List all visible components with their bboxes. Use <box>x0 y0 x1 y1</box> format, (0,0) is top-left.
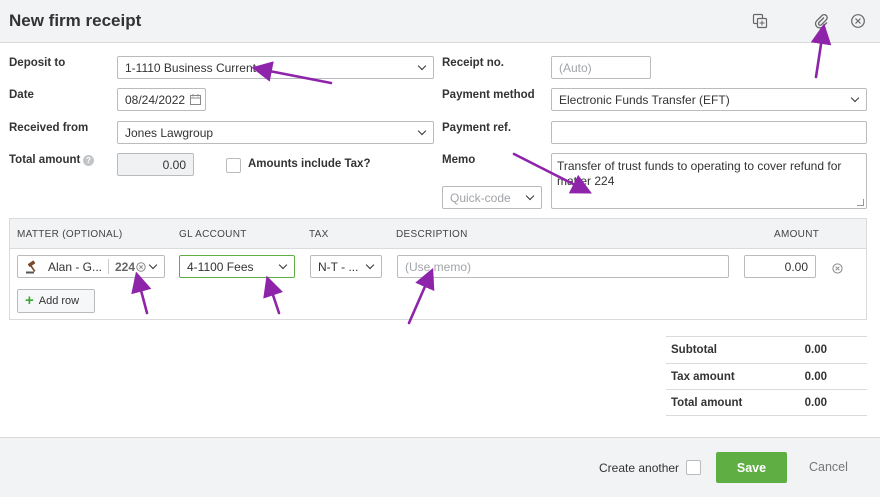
memo-textarea[interactable]: Transfer of trust funds to operating to … <box>551 153 867 209</box>
gl-account-select[interactable]: 4-1100 Fees <box>179 255 295 278</box>
deposit-to-value: 1-1110 Business Current <box>125 61 256 75</box>
memo-value: Transfer of trust funds to operating to … <box>557 159 842 188</box>
amount-input[interactable]: 0.00 <box>744 255 816 278</box>
date-input[interactable]: 08/24/2022 <box>117 88 206 111</box>
subtotal-label: Subtotal <box>671 344 717 356</box>
gavel-icon <box>25 260 41 277</box>
tax-value: N-T - ... <box>318 260 359 274</box>
date-value: 08/24/2022 <box>125 93 186 107</box>
grid-header: MATTER (OPTIONAL) GL ACCOUNT TAX DESCRIP… <box>10 219 866 249</box>
copy-icon[interactable] <box>751 12 769 30</box>
payment-ref-input[interactable] <box>551 121 867 144</box>
add-row-button[interactable]: + Add row <box>17 289 95 313</box>
total-amount-footer-label: Total amount <box>671 397 743 409</box>
total-amount-footer-value: 0.00 <box>804 397 827 409</box>
dialog-header: New firm receipt <box>0 0 880 43</box>
payment-method-value: Electronic Funds Transfer (EFT) <box>559 93 730 107</box>
gl-account-value: 4-1100 Fees <box>187 260 254 274</box>
tax-amount-label: Tax amount <box>671 370 735 383</box>
col-gl-account: GL ACCOUNT <box>179 229 247 240</box>
cancel-button[interactable]: Cancel <box>809 460 848 474</box>
totals-table: Subtotal 0.00 Tax amount 0.00 Total amou… <box>666 336 867 416</box>
amount-value: 0.00 <box>784 260 808 274</box>
total-amount-row: Total amount 0.00 <box>666 389 867 416</box>
subtotal-row: Subtotal 0.00 <box>666 336 867 363</box>
plus-icon: + <box>25 292 34 309</box>
tax-select[interactable]: N-T - ... <box>310 255 382 278</box>
dialog-footer: Create another Save Cancel <box>0 437 880 497</box>
clear-icon[interactable] <box>136 261 146 275</box>
amounts-include-tax-label: Amounts include Tax? <box>248 158 371 170</box>
matter-number: 224 <box>115 260 136 274</box>
deposit-to-select[interactable]: 1-1110 Business Current <box>117 56 434 79</box>
received-from-value: Jones Lawgroup <box>125 126 214 140</box>
receipt-no-input[interactable]: (Auto) <box>551 56 651 79</box>
payment-ref-label: Payment ref. <box>442 122 512 134</box>
tax-amount-value: 0.00 <box>804 370 827 383</box>
matter-name: Alan - G... <box>48 260 103 274</box>
total-amount-label: Total amount <box>9 154 81 166</box>
col-amount: AMOUNT <box>774 229 820 240</box>
resize-handle[interactable] <box>857 199 864 206</box>
description-input[interactable]: (Use memo) <box>397 255 729 278</box>
dialog-title: New firm receipt <box>9 11 142 30</box>
save-button[interactable]: Save <box>716 452 787 483</box>
description-placeholder: (Use memo) <box>405 260 472 274</box>
matter-divider <box>108 259 109 274</box>
tax-amount-row: Tax amount 0.00 <box>666 362 867 390</box>
col-tax: TAX <box>309 229 329 240</box>
quick-code-select[interactable]: Quick-code <box>442 186 542 209</box>
col-matter: MATTER (OPTIONAL) <box>17 229 123 240</box>
add-row-label: Add row <box>38 295 80 307</box>
create-another-label: Create another <box>599 461 680 475</box>
received-from-select[interactable]: Jones Lawgroup <box>117 121 434 144</box>
payment-method-label: Payment method <box>442 89 535 101</box>
subtotal-value: 0.00 <box>804 344 827 356</box>
payment-method-select[interactable]: Electronic Funds Transfer (EFT) <box>551 88 867 111</box>
received-from-label: Received from <box>9 122 89 134</box>
quick-code-placeholder: Quick-code <box>450 191 511 205</box>
amounts-include-tax-checkbox[interactable] <box>226 158 241 173</box>
receipt-no-placeholder: (Auto) <box>559 61 592 75</box>
col-description: DESCRIPTION <box>396 229 468 240</box>
matter-select[interactable]: Alan - G... 224 <box>17 255 165 278</box>
help-icon[interactable]: ? <box>83 155 94 166</box>
calendar-icon[interactable] <box>190 94 201 108</box>
remove-row-icon[interactable] <box>832 263 843 277</box>
deposit-to-label: Deposit to <box>9 57 66 69</box>
attachment-icon[interactable] <box>812 12 830 30</box>
memo-label: Memo <box>442 154 476 166</box>
create-another-checkbox[interactable] <box>686 460 701 475</box>
total-amount-input: 0.00 <box>117 153 194 176</box>
close-icon[interactable] <box>849 12 867 30</box>
date-label: Date <box>9 89 34 101</box>
total-amount-value: 0.00 <box>162 158 186 172</box>
receipt-no-label: Receipt no. <box>442 57 504 69</box>
